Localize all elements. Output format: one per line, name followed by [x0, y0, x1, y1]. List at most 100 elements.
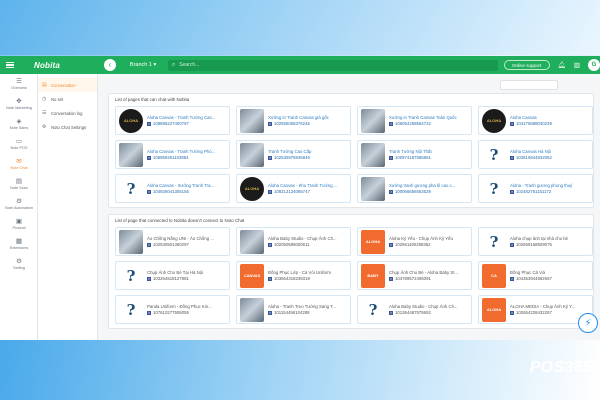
messenger-icon[interactable]: ⚡︎ [578, 313, 598, 333]
page-id-row: f 106054258564722 [389, 121, 468, 127]
sidebar-item-icon: ▭ [15, 137, 23, 145]
page-card[interactable]: ALOHA Aloha Canvas - Khu Tranh Tường ... f… [236, 174, 351, 203]
facebook-icon: f [147, 310, 151, 315]
page-filter-input[interactable] [500, 80, 558, 90]
facebook-icon: f [510, 121, 514, 126]
page-card[interactable]: Aloha - Tranh Treo Tường Sang T... f 10115… [236, 295, 351, 324]
sidebar-item[interactable]: ▭ Note POS [0, 134, 38, 154]
page-info: Aloha - Tranh gương phong thuỷ f 102482751… [510, 183, 589, 195]
page-id: 102561190298362 [395, 241, 431, 247]
sidebar-item-label: Note POS [10, 145, 28, 150]
sidebar-item[interactable]: ☰ Overview [0, 74, 38, 94]
user-avatar[interactable]: G [588, 59, 600, 71]
facebook-icon: f [268, 242, 272, 247]
bell-icon[interactable]: 🔔︎ [558, 61, 566, 69]
sidebar-item-label: Product [12, 225, 26, 230]
page-card[interactable]: Tranh Tường Cao Cấp f 102535976945845 [236, 140, 351, 169]
hamburger-menu-icon[interactable] [2, 56, 18, 74]
subnav-item-icon: ◷ [42, 96, 47, 102]
page-thumbnail: ? [482, 229, 506, 254]
search-input[interactable]: ⌕ Search... [167, 59, 498, 71]
facebook-icon: f [147, 189, 151, 194]
facebook-icon: f [510, 189, 514, 194]
page-id-row: f 102050598000611 [268, 242, 347, 248]
page-info: Aloha Canvas Hà Nội f 103816844832062 [510, 149, 589, 161]
page-card[interactable]: ? Aloha Canvas Hà Nội f 103816844832062 [478, 140, 593, 169]
page-thumbnail: ? [119, 263, 143, 288]
sidebar-item-label: Note Sales [9, 125, 29, 130]
page-card[interactable]: Xưởng in Tranh Canvas Toàn Quốc f 10605425… [357, 106, 472, 135]
page-id: 102050598000611 [274, 241, 310, 247]
page-id-row: f 103664318239319 [268, 276, 347, 282]
page-id-row: f 103816844832062 [510, 155, 589, 161]
sidebar-item[interactable]: ▦ Extensions [0, 234, 38, 254]
page-card[interactable]: ? Aloha chụp ảnh tại nhà cho bé f 102659168… [478, 227, 593, 256]
page-card[interactable]: ? Aloha Canvas - Xưởng Tranh Tra... f 10492… [115, 174, 230, 203]
page-id: 108213124065747 [274, 188, 310, 194]
sidebar-item[interactable]: ✉ Note Chat [0, 154, 38, 174]
branch-selector[interactable]: Branch 1 ▾ [130, 62, 162, 68]
page-id: 106054258564722 [395, 120, 431, 126]
page-card[interactable]: ALOHA Aloha Canvas f 104175698030229 [478, 106, 593, 135]
app-logo: Nobita [33, 60, 61, 70]
page-info: Đồng Phục Cá Vòi f 104353944582667 [510, 270, 589, 282]
facebook-icon: f [510, 155, 514, 160]
page-thumbnail [119, 142, 143, 167]
page-thumbnail [361, 176, 385, 201]
facebook-icon: f [510, 242, 514, 247]
facebook-icon: f [268, 121, 272, 126]
filter-row [108, 79, 594, 93]
unconnected-pages-title: List of page that connected to Nobita do… [115, 218, 245, 223]
page-thumbnail [119, 229, 143, 254]
facebook-icon: f [510, 310, 514, 315]
page-id: 106958251103854 [153, 154, 189, 160]
page-card[interactable]: CA Đồng Phục Cá Vòi f 104353944582667 [478, 261, 593, 290]
page-card[interactable]: Tranh Tường Nội Thất f 100974187586861 [357, 140, 472, 169]
page-id: 102530501360297 [153, 241, 189, 247]
page-card[interactable]: Xưởng in Tranh Canvas giá gốc f 1025550583… [236, 106, 351, 135]
subnav-item[interactable]: ◷ No sét [38, 92, 97, 106]
page-id-row: f 101364487575652 [389, 310, 468, 316]
sidebar-item-icon: ✥ [16, 97, 22, 105]
page-id: 104789572406091 [395, 275, 431, 281]
page-card[interactable]: Aloha Baby Studio - Chụp Ảnh Ch... f 10205… [236, 227, 351, 256]
page-card[interactable]: Aloha Canvas - Tranh Tường Phò... f 106958… [115, 140, 230, 169]
sidebar-item[interactable]: ▤ Note Scan [0, 174, 38, 194]
sidebar-item[interactable]: ◈ Note Sales [0, 114, 38, 134]
page-card[interactable]: Áo Chồng Nắng UNI - Áo Chống ... f 1025305… [115, 227, 230, 256]
sidebar-item[interactable]: ✥ Note Marketing [0, 94, 38, 114]
subnav-item-label: Conversation log [51, 110, 83, 116]
sidebar-item-icon: ▣ [15, 217, 23, 225]
sidebar-item[interactable]: ⚙ Setting [0, 254, 38, 274]
page-thumbnail: CANVAS [240, 263, 264, 288]
page-card[interactable]: ALOHA Aloha Canvas - Tranh Tường Can... f 1… [115, 106, 230, 135]
subnav-item[interactable]: ▤ Conversation [38, 78, 97, 92]
page-thumbnail: ALOHA [361, 229, 385, 254]
menu-grid-icon[interactable]: ▥ [574, 61, 580, 69]
page-card[interactable]: ? Aloha Baby Studio - Chụp Ảnh Ch... f 1013… [357, 295, 472, 324]
page-id: 103264518127981 [153, 275, 189, 281]
page-card[interactable]: CANVAS Đồng Phục Lớp - Cà Vòi Uniform f 103… [236, 261, 351, 290]
page-id-row: f 104353944582667 [510, 276, 589, 282]
back-arrow-icon[interactable]: ‹ [103, 59, 116, 71]
sidebar-item[interactable]: ⚙ Note Automation [0, 194, 38, 214]
page-card[interactable]: BABY Chụp Ảnh Cho Bé - Aloha Baby St... f 1… [357, 261, 472, 290]
page-card[interactable]: ? Aloha - Tranh gương phong thuỷ f 10248275… [478, 174, 593, 203]
subnav-item[interactable]: ⚙ Noto Chat Settings [38, 120, 97, 134]
page-id-row: f 102530501360297 [147, 242, 226, 248]
page-id-row: f 106958251103854 [147, 155, 226, 161]
page-card[interactable]: Xưởng tranh gương pha lê cao c... f 100066… [357, 174, 472, 203]
page-card[interactable]: ALOHA Aloha Kỷ Yếu - Chụp Ảnh Kỷ Yếu f 1025… [357, 227, 472, 256]
page-id: 104175698030229 [516, 120, 552, 126]
sidebar-item[interactable]: ▣ Product [0, 214, 38, 234]
subnav-item[interactable]: ☰ Conversation log [38, 106, 97, 120]
facebook-icon: f [389, 121, 393, 126]
page-info: Tranh Tường Cao Cấp f 102535976945845 [268, 149, 347, 161]
page-card[interactable]: ALOHA ALOHA MEDIA - Chụp Ảnh Kỷ Y... f 1026… [478, 295, 593, 324]
facebook-icon: f [268, 155, 272, 160]
online-support-toggle[interactable]: Online support [503, 60, 550, 70]
page-card[interactable]: ? Chụp Ảnh Cho Bé Tại Hà Nội f 103264518127… [115, 261, 230, 290]
subnav-item-icon: ▤ [42, 82, 47, 88]
page-id: 104926041305155 [153, 188, 189, 194]
page-card[interactable]: ? Panda Uniform - Đồng Phục Kin... f 107610… [115, 295, 230, 324]
